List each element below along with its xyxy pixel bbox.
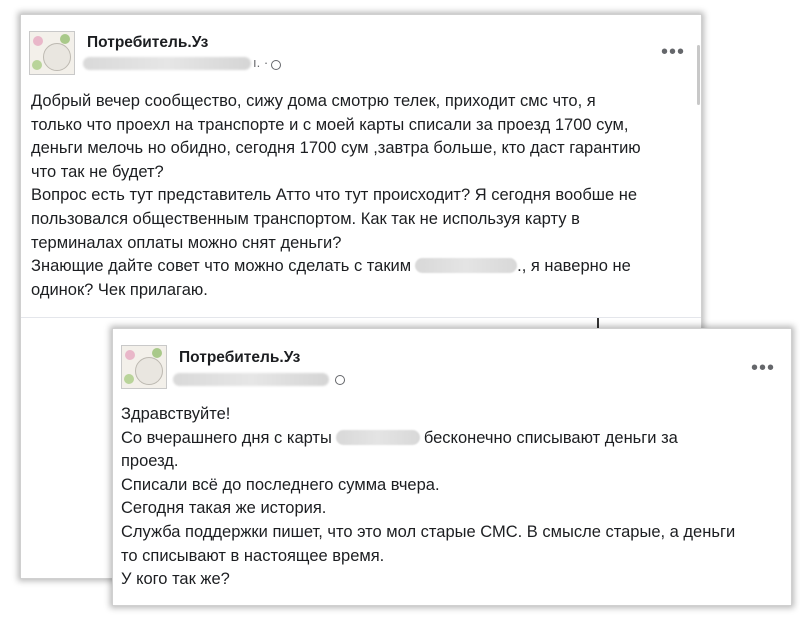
more-options-icon[interactable]: ••• [751,358,775,378]
post-card-2: Потребитель.Уз ••• Здравствуйте! Со вчер… [112,328,792,606]
avatar-leaf-decoration [32,60,42,70]
globe-icon [335,375,345,385]
page-avatar[interactable] [29,31,75,75]
post-text-line: Знающие дайте совет что можно сделать с … [31,255,641,279]
post-text-line: У кого так же? [121,570,230,589]
blurred-card-name [335,429,420,445]
post-text-line: Сегодня такая же история. [121,499,327,518]
meta-separator: ı. · [253,55,269,70]
blurred-timestamp [83,57,251,70]
post-body: Добрый вечер сообщество, сижу дома смотр… [31,90,641,302]
page-name[interactable]: Потребитель.Уз [87,34,208,52]
avatar-blur [43,43,71,71]
post-text-segment: ., я наверно не [517,257,631,276]
page-avatar[interactable] [121,345,167,389]
globe-icon [271,60,281,70]
post-text-line: Добрый вечер сообщество, сижу дома смотр… [31,92,596,110]
post-text-segment: Знающие дайте совет что можно сделать с … [31,257,412,276]
post-text-line: пользовался общественным транспортом. Ка… [31,209,580,228]
post-text-line: деньги мелочь но обидно, сегодня 1700 су… [31,139,641,158]
avatar-leaf-decoration [124,374,134,384]
post-text-line: только что проехл на транспорте и с моей… [31,115,629,134]
divider [21,317,701,318]
avatar-blur [135,357,163,385]
more-options-icon[interactable]: ••• [661,42,685,62]
avatar-flower-decoration [33,36,43,46]
post-body: Здравствуйте! Со вчерашнего дня с карты б… [121,403,735,592]
post-text-line: Здравствуйте! [121,405,231,423]
post-text-segment: Со вчерашнего дня с карты [121,428,332,447]
post-text-line: Вопрос есть тут представитель Атто что т… [31,186,638,205]
blurred-timestamp [173,373,329,386]
post-text-line: одинок? Чек прилагаю. [31,280,208,299]
blurred-card-name [415,258,518,274]
post-text-line: проезд. [121,452,179,471]
post-text-line: что так не будет? [31,162,164,181]
page-name[interactable]: Потребитель.Уз [179,349,300,367]
post-text-line: Служба поддержки пишет, что это мол стар… [121,522,736,541]
avatar-leaf-decoration [60,34,70,44]
post-text-line: Со вчерашнего дня с карты бесконечно спис… [121,427,735,451]
post-text-segment: бесконечно списывают деньги за [423,428,678,447]
avatar-flower-decoration [125,350,135,360]
post-text-line: то списывают в настоящее время. [121,546,385,565]
avatar-leaf-decoration [152,348,162,358]
post-text-line: Списали всё до последнего сумма вчера. [121,475,440,494]
post-text-line: терминалах оплаты можно снят деньги? [31,233,342,252]
scrollbar[interactable] [697,45,700,105]
